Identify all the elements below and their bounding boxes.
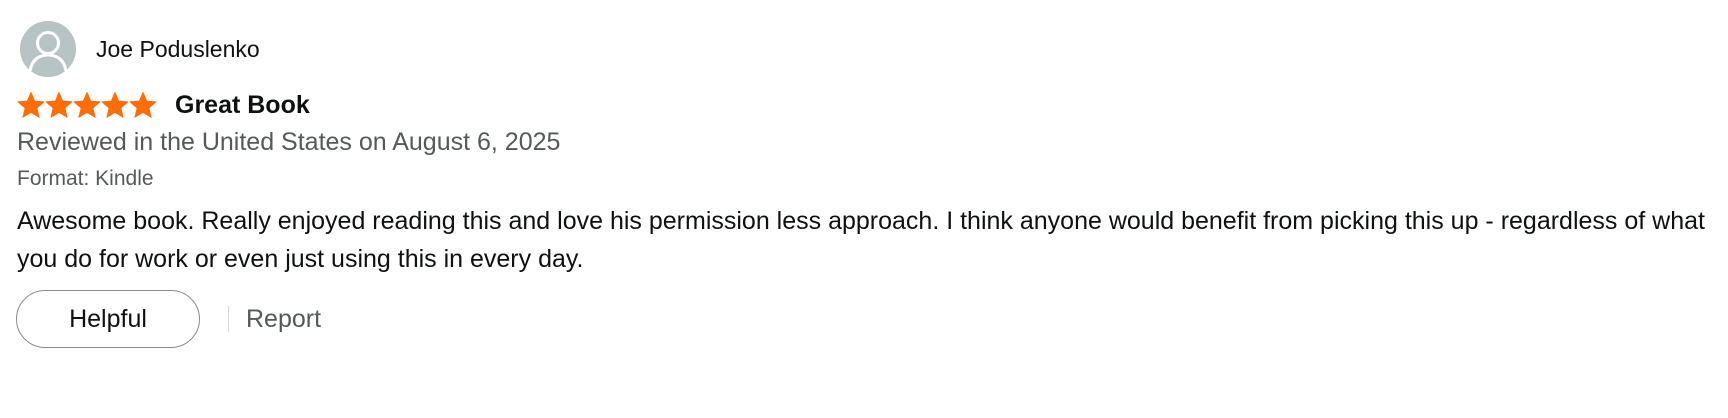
star-icon bbox=[101, 91, 129, 118]
star-icon bbox=[45, 91, 73, 118]
review-format[interactable]: Format: Kindle bbox=[17, 166, 154, 192]
star-icon bbox=[73, 91, 101, 118]
person-silhouette-icon bbox=[20, 21, 76, 77]
star-rating[interactable] bbox=[17, 91, 157, 119]
avatar[interactable] bbox=[20, 21, 76, 77]
reviewer-name[interactable]: Joe Poduslenko bbox=[96, 35, 260, 63]
review-title-row: Great Book bbox=[17, 88, 310, 122]
review-title[interactable]: Great Book bbox=[175, 89, 310, 121]
customer-review: Joe Poduslenko Great Book Reviewed in th… bbox=[0, 0, 1728, 418]
review-body: Awesome book. Really enjoyed reading thi… bbox=[17, 207, 1705, 273]
action-divider bbox=[228, 306, 229, 332]
review-actions: Helpful Report bbox=[16, 290, 321, 348]
review-date: Reviewed in the United States on August … bbox=[17, 128, 561, 156]
star-icon bbox=[129, 91, 157, 118]
star-icon bbox=[17, 91, 45, 118]
report-link[interactable]: Report bbox=[246, 303, 321, 335]
helpful-button[interactable]: Helpful bbox=[16, 290, 200, 348]
reviewer-profile[interactable]: Joe Poduslenko bbox=[20, 21, 260, 77]
